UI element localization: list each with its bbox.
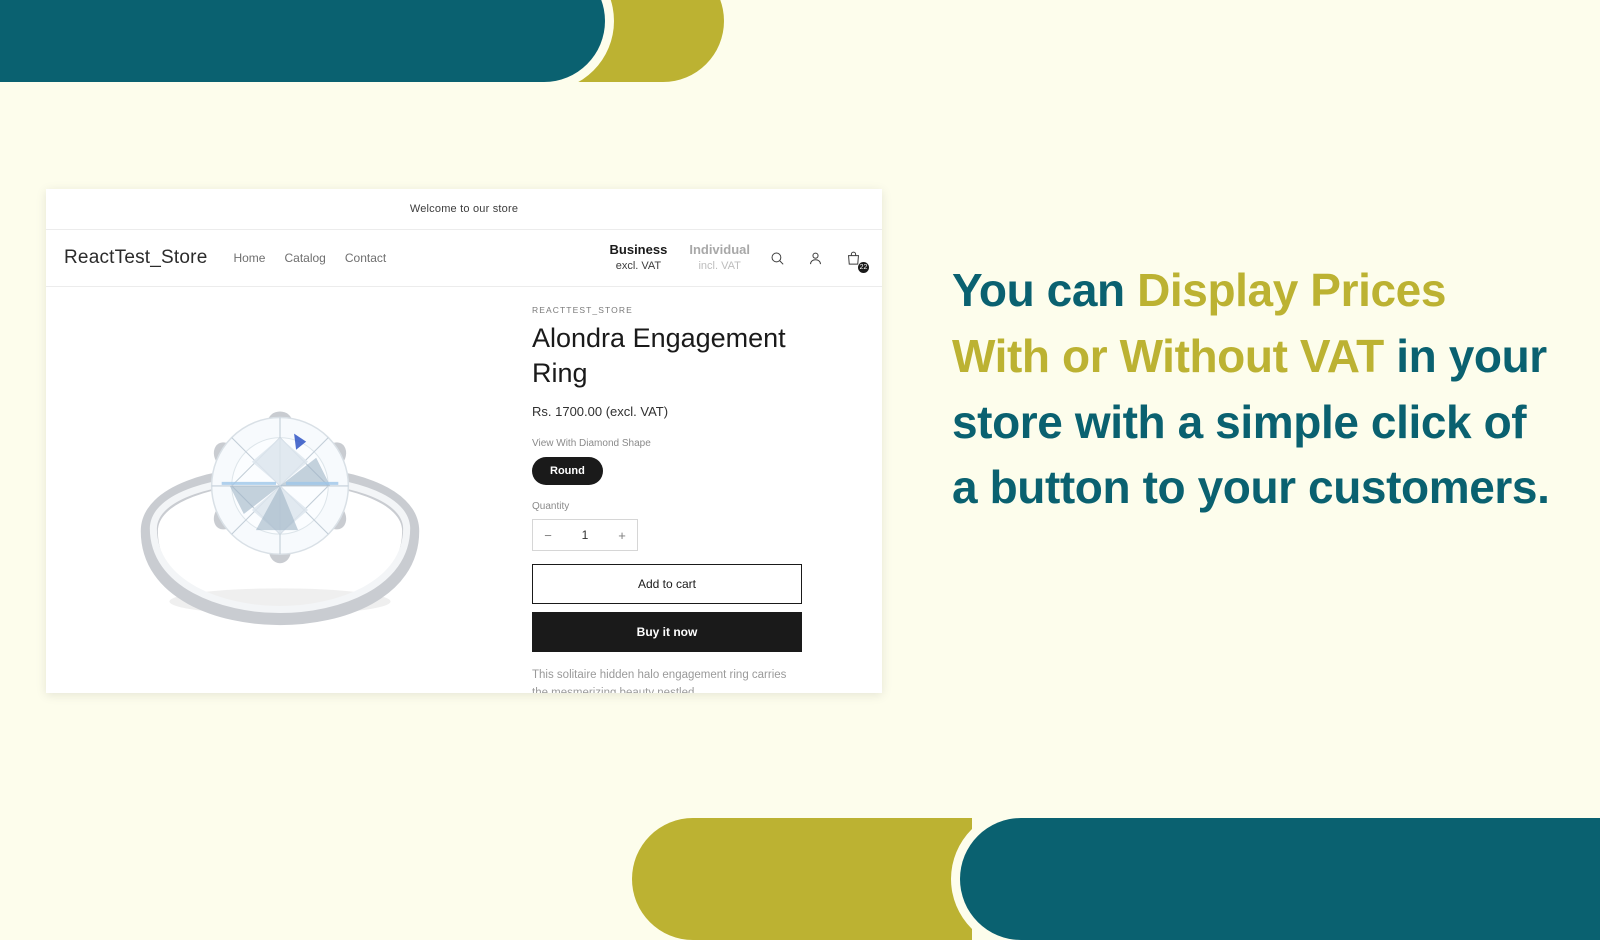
search-icon[interactable] — [766, 247, 788, 269]
storefront-screenshot: Welcome to our store ReactTest_Store Hom… — [46, 189, 882, 693]
product-description: This solitaire hidden halo engagement ri… — [532, 669, 787, 693]
header-actions: Business excl. VAT Individual incl. VAT — [610, 241, 869, 276]
quantity-stepper: − 1 + — [532, 519, 638, 552]
vat-option-individual-sub: incl. VAT — [698, 260, 741, 273]
product-gallery — [46, 305, 514, 693]
announcement-bar: Welcome to our store — [46, 189, 882, 230]
account-icon[interactable] — [804, 247, 826, 269]
headline-part-1: You can — [952, 264, 1138, 316]
vat-option-business-name: Business — [609, 241, 668, 257]
vat-option-business[interactable]: Business excl. VAT — [610, 241, 668, 276]
vat-option-individual[interactable]: Individual incl. VAT — [689, 241, 750, 276]
main-nav: Home Catalog Contact — [233, 251, 386, 265]
product-image[interactable] — [89, 315, 471, 693]
add-to-cart-button[interactable]: Add to cart — [532, 564, 802, 605]
variant-option-round[interactable]: Round — [532, 457, 603, 486]
nav-item-catalog[interactable]: Catalog — [284, 251, 325, 265]
cart-count-badge: 22 — [858, 262, 869, 273]
quantity-label: Quantity — [532, 501, 570, 513]
announcement-text: Welcome to our store — [409, 203, 519, 215]
product-price: Rs. 1700.00 (excl. VAT) — [532, 404, 669, 420]
variant-option-label: View With Diamond Shape — [532, 438, 651, 450]
quantity-input[interactable]: 1 — [582, 528, 589, 542]
vat-option-individual-name: Individual — [689, 241, 750, 257]
vat-mode-toggle: Business excl. VAT Individual incl. VAT — [610, 241, 750, 276]
quantity-increase-button[interactable]: + — [607, 520, 637, 550]
decor-bottom-gold-bar — [632, 818, 972, 940]
store-header: ReactTest_Store Home Catalog Contact Bus… — [46, 230, 882, 287]
nav-item-home[interactable]: Home — [233, 251, 265, 265]
quantity-decrease-button[interactable]: − — [533, 520, 563, 550]
product-info: REACTTEST_STORE Alondra Engagement Ring … — [514, 305, 820, 693]
nav-item-contact[interactable]: Contact — [345, 251, 386, 265]
product-section: REACTTEST_STORE Alondra Engagement Ring … — [46, 287, 882, 693]
decor-top-teal-bar — [0, 0, 605, 82]
product-title: Alondra Engagement Ring — [532, 323, 786, 388]
buy-it-now-button[interactable]: Buy it now — [532, 612, 802, 653]
product-vendor: REACTTEST_STORE — [532, 305, 633, 315]
marketing-headline: You can Display Prices With or Without V… — [952, 258, 1552, 521]
store-logo[interactable]: ReactTest_Store — [64, 247, 207, 269]
decor-bottom-teal-bar — [960, 818, 1600, 940]
cart-icon[interactable]: 22 — [842, 247, 869, 273]
vat-option-business-sub: excl. VAT — [615, 260, 662, 273]
